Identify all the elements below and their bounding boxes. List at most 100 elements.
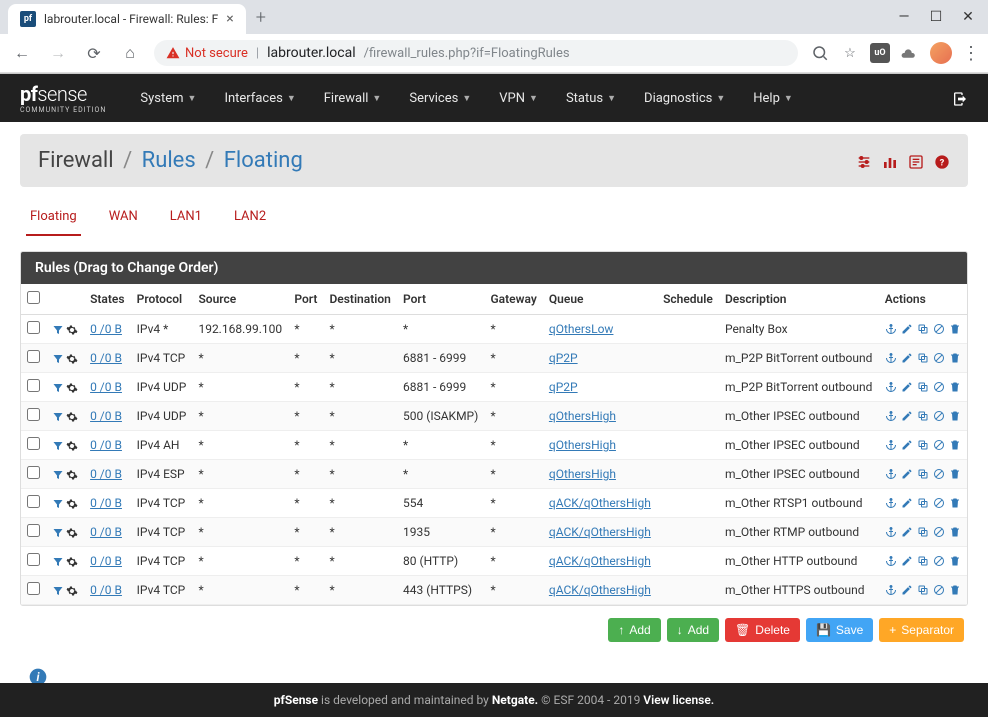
nav-item-firewall[interactable]: Firewall▼: [314, 85, 392, 112]
close-window-icon[interactable]: ✕: [962, 11, 974, 23]
queue-link[interactable]: qACK/qOthersHigh: [549, 554, 651, 568]
table-row[interactable]: 0 /0 B IPv4 TCP * * * 80 (HTTP) * qACK/q…: [21, 547, 967, 576]
row-checkbox[interactable]: [27, 321, 40, 334]
shield-ext-icon[interactable]: uO: [870, 43, 890, 63]
anchor-icon[interactable]: [885, 496, 897, 511]
queue-link[interactable]: qOthersHigh: [549, 438, 616, 452]
trash-icon[interactable]: [949, 525, 961, 540]
gear-icon[interactable]: [66, 351, 78, 365]
copy-icon[interactable]: [917, 525, 929, 540]
add-bottom-button[interactable]: ↓Add: [667, 618, 719, 642]
gear-icon[interactable]: [66, 438, 78, 452]
sliders-icon[interactable]: [856, 151, 872, 170]
table-row[interactable]: 0 /0 B IPv4 * 192.168.99.100 * * * * qOt…: [21, 315, 967, 344]
states-link[interactable]: 0 /0 B: [90, 409, 122, 423]
separator-button[interactable]: +Separator: [879, 618, 964, 642]
anchor-icon[interactable]: [885, 554, 897, 569]
states-link[interactable]: 0 /0 B: [90, 467, 122, 481]
save-button[interactable]: 💾Save: [806, 618, 873, 642]
row-checkbox[interactable]: [27, 350, 40, 363]
back-icon[interactable]: ←: [10, 41, 34, 65]
disable-icon[interactable]: [933, 554, 945, 569]
address-input[interactable]: Not secure | labrouter.local/firewall_ru…: [154, 40, 798, 66]
search-icon[interactable]: [810, 43, 830, 63]
edit-icon[interactable]: [901, 409, 913, 424]
gear-icon[interactable]: [66, 380, 78, 394]
anchor-icon[interactable]: [885, 409, 897, 424]
table-row[interactable]: 0 /0 B IPv4 UDP * * * 6881 - 6999 * qP2P…: [21, 373, 967, 402]
queue-link[interactable]: qACK/qOthersHigh: [549, 496, 651, 510]
copy-icon[interactable]: [917, 322, 929, 337]
edit-icon[interactable]: [901, 496, 913, 511]
gear-icon[interactable]: [66, 467, 78, 481]
row-checkbox[interactable]: [27, 495, 40, 508]
trash-icon[interactable]: [949, 351, 961, 366]
edit-icon[interactable]: [901, 554, 913, 569]
trash-icon[interactable]: [949, 322, 961, 337]
queue-link[interactable]: qOthersHigh: [549, 409, 616, 423]
states-link[interactable]: 0 /0 B: [90, 351, 122, 365]
disable-icon[interactable]: [933, 351, 945, 366]
gear-icon[interactable]: [66, 496, 78, 510]
table-row[interactable]: 0 /0 B IPv4 TCP * * * 554 * qACK/qOthers…: [21, 489, 967, 518]
states-link[interactable]: 0 /0 B: [90, 583, 122, 597]
states-link[interactable]: 0 /0 B: [90, 496, 122, 510]
subtab-wan[interactable]: WAN: [105, 199, 142, 236]
nav-item-services[interactable]: Services▼: [399, 85, 481, 112]
forward-icon[interactable]: →: [46, 41, 70, 65]
disable-icon[interactable]: [933, 525, 945, 540]
logout-icon[interactable]: [952, 89, 968, 108]
trash-icon[interactable]: [949, 496, 961, 511]
star-icon[interactable]: ☆: [840, 43, 860, 63]
trash-icon[interactable]: [949, 583, 961, 598]
states-link[interactable]: 0 /0 B: [90, 554, 122, 568]
nav-item-status[interactable]: Status▼: [556, 85, 626, 112]
row-checkbox[interactable]: [27, 553, 40, 566]
new-tab-button[interactable]: +: [246, 1, 276, 34]
help-icon[interactable]: ?: [934, 151, 950, 170]
queue-link[interactable]: qP2P: [549, 380, 578, 394]
disable-icon[interactable]: [933, 496, 945, 511]
chart-icon[interactable]: [882, 151, 898, 170]
tab-close-icon[interactable]: ×: [226, 11, 233, 27]
disable-icon[interactable]: [933, 409, 945, 424]
table-row[interactable]: 0 /0 B IPv4 AH * * * * * qOthersHigh m_O…: [21, 431, 967, 460]
log-icon[interactable]: [908, 151, 924, 170]
states-link[interactable]: 0 /0 B: [90, 322, 122, 336]
disable-icon[interactable]: [933, 583, 945, 598]
anchor-icon[interactable]: [885, 467, 897, 482]
gear-icon[interactable]: [66, 322, 78, 336]
queue-link[interactable]: qACK/qOthersHigh: [549, 583, 651, 597]
anchor-icon[interactable]: [885, 380, 897, 395]
queue-link[interactable]: qOthersLow: [549, 322, 614, 336]
delete-button[interactable]: 🗑Delete: [725, 618, 800, 642]
copy-icon[interactable]: [917, 438, 929, 453]
gear-icon[interactable]: [66, 554, 78, 568]
copy-icon[interactable]: [917, 467, 929, 482]
gear-icon[interactable]: [66, 583, 78, 597]
copy-icon[interactable]: [917, 583, 929, 598]
avatar[interactable]: [930, 42, 952, 64]
edit-icon[interactable]: [901, 380, 913, 395]
nav-item-diagnostics[interactable]: Diagnostics▼: [634, 85, 735, 112]
home-icon[interactable]: ⌂: [118, 41, 142, 65]
breadcrumb-root[interactable]: Firewall: [38, 148, 114, 173]
edit-icon[interactable]: [901, 351, 913, 366]
cloud-ext-icon[interactable]: [900, 43, 920, 63]
browser-menu-icon[interactable]: ⋮: [962, 43, 978, 64]
minimize-icon[interactable]: —: [898, 11, 910, 23]
states-link[interactable]: 0 /0 B: [90, 438, 122, 452]
row-checkbox[interactable]: [27, 582, 40, 595]
subtab-floating[interactable]: Floating: [26, 199, 81, 236]
table-row[interactable]: 0 /0 B IPv4 TCP * * * 6881 - 6999 * qP2P…: [21, 344, 967, 373]
license-link[interactable]: View license.: [643, 693, 714, 707]
states-link[interactable]: 0 /0 B: [90, 380, 122, 394]
subtab-lan1[interactable]: LAN1: [166, 199, 206, 236]
trash-icon[interactable]: [949, 409, 961, 424]
disable-icon[interactable]: [933, 467, 945, 482]
table-row[interactable]: 0 /0 B IPv4 UDP * * * 500 (ISAKMP) * qOt…: [21, 402, 967, 431]
subtab-lan2[interactable]: LAN2: [230, 199, 270, 236]
edit-icon[interactable]: [901, 322, 913, 337]
gear-icon[interactable]: [66, 409, 78, 423]
row-checkbox[interactable]: [27, 437, 40, 450]
